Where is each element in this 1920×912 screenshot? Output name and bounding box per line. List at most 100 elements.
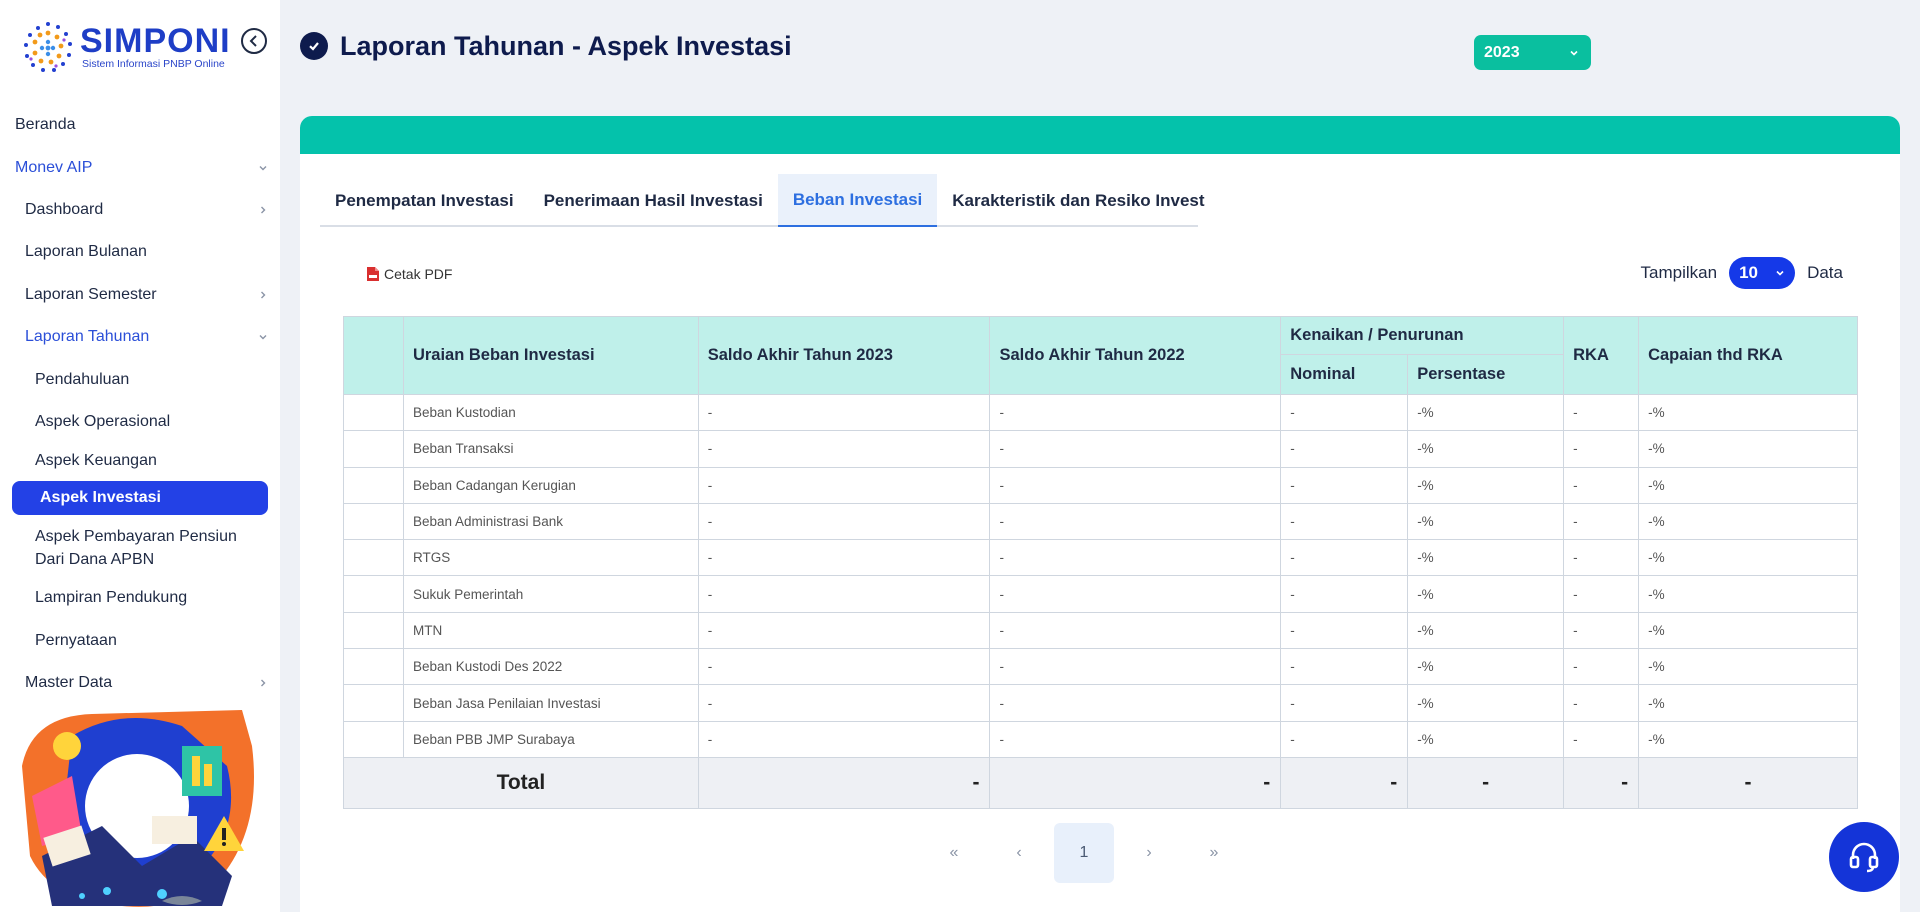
sidebar-menu: Beranda Monev AIP Dashboard Laporan Bula… bbox=[0, 104, 280, 704]
year-select[interactable]: 2023 bbox=[1474, 35, 1591, 70]
cell-capaian: -% bbox=[1638, 393, 1858, 432]
total-rka: - bbox=[1563, 756, 1640, 809]
table-row: Beban Cadangan Kerugian - - - -% - -% bbox=[343, 466, 1858, 504]
last-page-button[interactable]: » bbox=[1184, 823, 1244, 883]
chevron-right-icon bbox=[261, 679, 266, 687]
row-number-cell bbox=[343, 684, 404, 722]
page-1-button[interactable]: 1 bbox=[1054, 823, 1114, 883]
table-row: Beban PBB JMP Surabaya - - - -% - -% bbox=[343, 720, 1858, 758]
brand-logo[interactable]: SIMPONI Sistem Informasi PNBP Online bbox=[18, 18, 231, 78]
cell-persentase: -% bbox=[1407, 466, 1565, 504]
row-number-cell bbox=[343, 393, 404, 432]
cell-nominal: - bbox=[1280, 430, 1409, 468]
first-page-button[interactable]: « bbox=[924, 823, 984, 883]
help-support-button[interactable] bbox=[1829, 822, 1899, 892]
tab-karakteristik-resiko[interactable]: Karakteristik dan Resiko Invest bbox=[937, 174, 1219, 227]
sidebar-item-label: Laporan Bulanan bbox=[25, 243, 147, 261]
header-persentase: Persentase bbox=[1407, 354, 1565, 395]
collapse-sidebar-button[interactable] bbox=[241, 28, 267, 54]
sidebar-item-label: Dashboard bbox=[25, 200, 104, 218]
row-number-cell bbox=[343, 648, 404, 686]
cell-saldo-2023: - bbox=[697, 466, 991, 504]
sidebar-item-laporan-tahunan[interactable]: Laporan Tahunan bbox=[0, 316, 280, 358]
cell-saldo-2022: - bbox=[989, 466, 1282, 504]
cell-saldo-2022: - bbox=[989, 575, 1282, 613]
cell-rka: - bbox=[1563, 575, 1640, 613]
sidebar-item-aspek-operasional[interactable]: Aspek Operasional bbox=[0, 401, 280, 443]
cell-nominal: - bbox=[1280, 720, 1409, 758]
total-label: Total bbox=[343, 756, 699, 809]
sidebar-item-aspek-pembayaran-pensiun[interactable]: Aspek Pembayaran Pensiun Dari Dana APBN bbox=[0, 519, 280, 577]
cell-capaian: -% bbox=[1638, 684, 1858, 722]
prev-page-button[interactable]: ‹ bbox=[989, 823, 1049, 883]
header-uraian: Uraian Beban Investasi bbox=[402, 316, 699, 395]
table-row: MTN - - - -% - -% bbox=[343, 611, 1858, 650]
sidebar-item-label: Aspek Investasi bbox=[40, 489, 161, 507]
cell-nominal: - bbox=[1280, 611, 1409, 650]
main-card: Penempatan Investasi Penerimaan Hasil In… bbox=[300, 116, 1900, 912]
cell-persentase: -% bbox=[1407, 720, 1565, 758]
sidebar-item-label: Aspek Pembayaran Pensiun Dari Dana APBN bbox=[35, 528, 237, 569]
cell-capaian: -% bbox=[1638, 539, 1858, 577]
cell-nominal: - bbox=[1280, 684, 1409, 722]
sidebar-item-pernyataan[interactable]: Pernyataan bbox=[0, 620, 280, 662]
row-number-cell bbox=[343, 430, 404, 468]
sidebar-item-beranda[interactable]: Beranda bbox=[0, 104, 280, 146]
sidebar-item-label: Laporan Tahunan bbox=[25, 328, 150, 346]
total-capaian: - bbox=[1638, 756, 1858, 809]
cell-rka: - bbox=[1563, 393, 1640, 432]
cell-rka: - bbox=[1563, 648, 1640, 686]
cell-rka: - bbox=[1563, 502, 1640, 541]
cell-saldo-2023: - bbox=[697, 575, 991, 613]
sidebar-item-label: Master Data bbox=[25, 674, 113, 692]
sidebar-item-aspek-keuangan[interactable]: Aspek Keuangan bbox=[0, 443, 280, 479]
cell-saldo-2023: - bbox=[697, 611, 991, 650]
header-saldo-2023: Saldo Akhir Tahun 2023 bbox=[697, 316, 991, 395]
sidebar-item-monev-aip[interactable]: Monev AIP bbox=[0, 146, 280, 188]
cell-saldo-2023: - bbox=[697, 648, 991, 686]
cell-saldo-2022: - bbox=[989, 611, 1282, 650]
page-header: Laporan Tahunan - Aspek Investasi bbox=[300, 28, 792, 64]
cell-persentase: -% bbox=[1407, 502, 1565, 541]
cell-nominal: - bbox=[1280, 648, 1409, 686]
print-pdf-button[interactable]: Cetak PDF bbox=[366, 262, 452, 286]
tab-penerimaan-hasil-investasi[interactable]: Penerimaan Hasil Investasi bbox=[529, 174, 778, 227]
page-size-value: 10 bbox=[1739, 263, 1758, 282]
sidebar-item-laporan-semester[interactable]: Laporan Semester bbox=[0, 274, 280, 316]
sidebar-item-pendahuluan[interactable]: Pendahuluan bbox=[0, 358, 280, 400]
page-size-select[interactable]: 10 bbox=[1729, 257, 1796, 289]
cell-uraian: Sukuk Pemerintah bbox=[402, 575, 699, 613]
sidebar-item-label: Aspek Keuangan bbox=[35, 452, 157, 470]
year-select-value: 2023 bbox=[1484, 43, 1520, 61]
sidebar-item-master-data[interactable]: Master Data bbox=[0, 662, 280, 704]
tab-bar: Penempatan Investasi Penerimaan Hasil In… bbox=[320, 174, 1205, 227]
next-page-button[interactable]: › bbox=[1119, 823, 1179, 883]
print-pdf-label: Cetak PDF bbox=[384, 266, 453, 282]
sidebar-item-label: Lampiran Pendukung bbox=[35, 589, 188, 607]
chevron-down-icon bbox=[259, 165, 267, 171]
sidebar-item-laporan-bulanan[interactable]: Laporan Bulanan bbox=[0, 231, 280, 273]
cell-saldo-2022: - bbox=[989, 684, 1282, 722]
cell-persentase: -% bbox=[1407, 684, 1565, 722]
cell-rka: - bbox=[1563, 539, 1640, 577]
beban-investasi-table: Uraian Beban Investasi Saldo Akhir Tahun… bbox=[343, 316, 1858, 809]
tab-penempatan-investasi[interactable]: Penempatan Investasi bbox=[320, 174, 529, 227]
card-header-band bbox=[300, 116, 1900, 154]
brand-name: SIMPONI bbox=[80, 22, 231, 60]
cell-saldo-2023: - bbox=[697, 539, 991, 577]
row-number-cell bbox=[343, 720, 404, 758]
tab-beban-investasi[interactable]: Beban Investasi bbox=[777, 174, 938, 227]
sidebar-item-label: Aspek Operasional bbox=[35, 412, 171, 430]
sidebar-item-aspek-investasi[interactable]: Aspek Investasi bbox=[12, 481, 268, 516]
cell-saldo-2023: - bbox=[697, 720, 991, 758]
show-prefix-label: Tampilkan bbox=[1640, 263, 1718, 282]
header-number bbox=[343, 316, 404, 395]
chevron-down-icon bbox=[1570, 50, 1578, 56]
brand-tagline: Sistem Informasi PNBP Online bbox=[82, 58, 225, 70]
page-size-control: Tampilkan 10 Data bbox=[1641, 257, 1843, 289]
sidebar-item-lampiran-pendukung[interactable]: Lampiran Pendukung bbox=[0, 577, 280, 619]
header-saldo-2022: Saldo Akhir Tahun 2022 bbox=[989, 316, 1282, 395]
total-nominal: - bbox=[1280, 756, 1409, 809]
sidebar-item-dashboard[interactable]: Dashboard bbox=[0, 189, 280, 231]
total-persentase: - bbox=[1407, 756, 1565, 809]
